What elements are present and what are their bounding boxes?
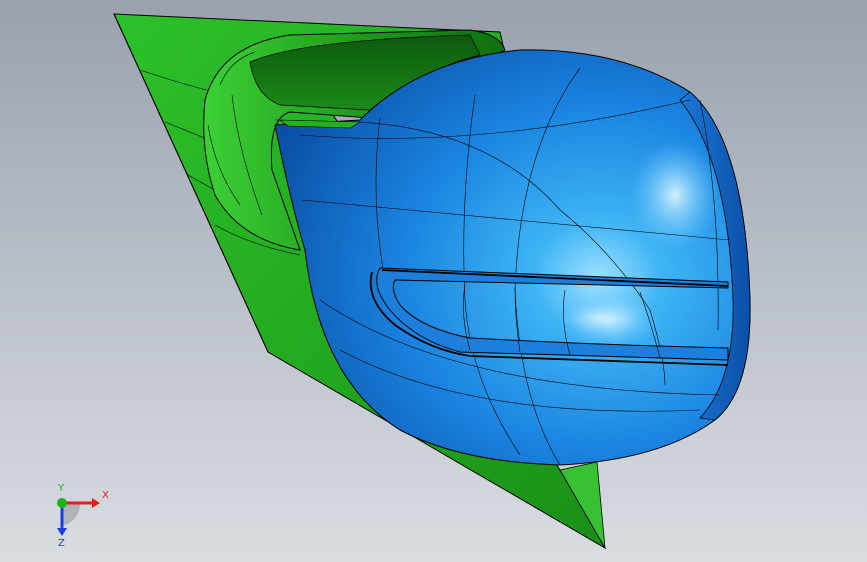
z-arrow-head-icon — [57, 528, 67, 536]
x-axis-label: X — [102, 490, 109, 501]
cad-3d-viewport[interactable] — [0, 0, 867, 562]
x-arrow-head-icon — [92, 498, 100, 508]
model-canvas[interactable] — [0, 0, 867, 562]
y-axis-label: Y — [57, 483, 65, 494]
z-axis-label: Z — [58, 538, 65, 548]
coordinate-triad: X Z Y — [40, 478, 120, 549]
y-axis-dot — [57, 498, 67, 508]
